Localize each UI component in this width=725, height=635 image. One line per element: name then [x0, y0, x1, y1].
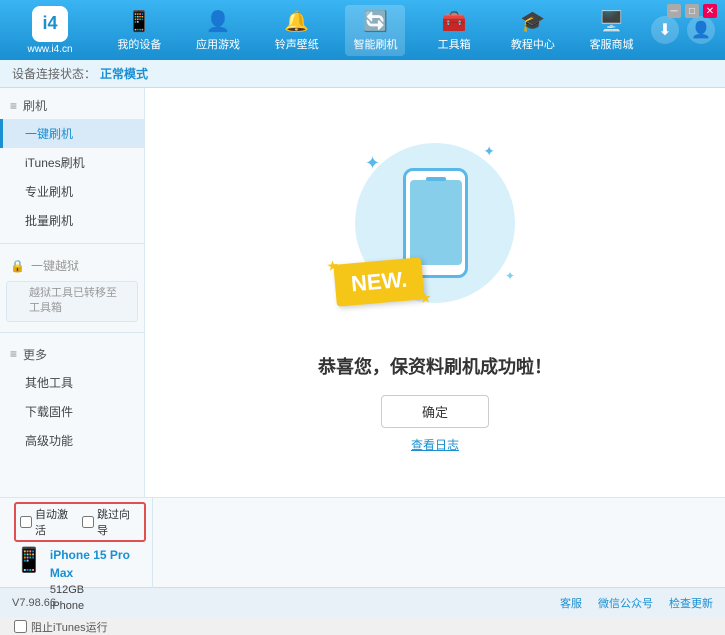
more-section-icon: ≡: [10, 347, 17, 361]
sidebar: ≡ 刷机 一键刷机 iTunes刷机 专业刷机 批量刷机 🔒 一键越狱 越狱: [0, 88, 145, 497]
sidebar-more-section: ≡ 更多 其他工具 下载固件 高级功能: [0, 337, 144, 459]
nav-toolbox[interactable]: 🧰 工具箱: [424, 5, 484, 56]
device-storage: 512GB: [50, 582, 146, 599]
phone-screen: [410, 180, 462, 265]
nav-ringtones[interactable]: 🔔 铃声壁纸: [267, 5, 327, 56]
auto-options: 自动激活 跳过向导: [14, 502, 146, 542]
nav-my-device[interactable]: 📱 我的设备: [109, 5, 169, 56]
auto-activate-checkbox[interactable]: [20, 516, 32, 528]
version-label: V7.98.66: [12, 597, 56, 609]
account-button[interactable]: 👤: [687, 16, 715, 44]
maximize-button[interactable]: □: [685, 4, 699, 18]
footer-feedback[interactable]: 客服: [560, 595, 582, 611]
status-bar: 设备连接状态： 正常模式: [0, 60, 725, 88]
auto-activate-item: 自动激活: [20, 506, 78, 538]
sparkle-2: ✦: [483, 143, 495, 160]
sidebar-jailbreak-section: 🔒 一键越狱 越狱工具已转移至工具箱: [0, 248, 144, 328]
guide-skip-label: 跳过向导: [97, 506, 140, 538]
log-link[interactable]: 查看日志: [411, 436, 459, 453]
footer-left: V7.98.66: [12, 597, 56, 609]
sidebar-item-batch-flash[interactable]: 批量刷机: [0, 206, 144, 235]
itunes-check: 阻止iTunes运行: [14, 619, 146, 635]
nav-smart-flash[interactable]: 🔄 智能刷机: [345, 5, 405, 56]
minimize-button[interactable]: ─: [667, 4, 681, 18]
device-section: 自动激活 跳过向导 📱 iPhone 15 Pro Max 512GB iPho…: [8, 498, 153, 588]
tutorial-icon: 🎓: [520, 9, 545, 34]
sidebar-item-other-tools[interactable]: 其他工具: [0, 368, 144, 397]
footer-right: 客服 微信公众号 检查更新: [560, 595, 713, 611]
smart-flash-label: 智能刷机: [353, 36, 397, 52]
sidebar-item-onekey-flash[interactable]: 一键刷机: [0, 119, 144, 148]
sidebar-flash-section: ≡ 刷机 一键刷机 iTunes刷机 专业刷机 批量刷机: [0, 88, 144, 239]
sidebar-jailbreak-header: 🔒 一键越狱: [0, 252, 144, 279]
sidebar-item-download-firmware[interactable]: 下载固件: [0, 397, 144, 426]
sparkle-3: ✦: [505, 269, 515, 283]
device-name: iPhone 15 Pro Max: [50, 546, 146, 582]
logo-text: www.i4.cn: [27, 44, 72, 55]
itunes-checkbox[interactable]: [14, 620, 27, 633]
service-label: 客服商城: [590, 36, 634, 52]
apps-games-icon: 👤: [206, 9, 231, 34]
nav-service[interactable]: 🖥️ 客服商城: [582, 5, 642, 56]
sidebar-item-advanced[interactable]: 高级功能: [0, 426, 144, 455]
success-illustration: ✦ ✦ ✦ NEW.: [335, 133, 535, 333]
nav-items: 📱 我的设备 👤 应用游戏 🔔 铃声壁纸 🔄 智能刷机 🧰 工具箱 🎓 教程中心…: [100, 5, 651, 56]
main-layout: ≡ 刷机 一键刷机 iTunes刷机 专业刷机 批量刷机 🔒 一键越狱 越狱: [0, 88, 725, 497]
my-device-icon: 📱: [127, 9, 152, 34]
auto-activate-label: 自动激活: [35, 506, 78, 538]
sidebar-divider-1: [0, 243, 144, 244]
header-right: ⬇ 👤: [651, 16, 715, 44]
sidebar-more-header: ≡ 更多: [0, 341, 144, 368]
device-type: iPhone: [50, 598, 146, 615]
close-button[interactable]: ✕: [703, 4, 717, 18]
jailbreak-note: 越狱工具已转移至工具箱: [6, 281, 138, 322]
guide-skip-item: 跳过向导: [82, 506, 140, 538]
confirm-button[interactable]: 确定: [381, 395, 489, 428]
sidebar-divider-2: [0, 332, 144, 333]
device-icon: 📱: [14, 546, 44, 575]
flash-section-icon: ≡: [10, 99, 17, 113]
sidebar-item-pro-flash[interactable]: 专业刷机: [0, 177, 144, 206]
sidebar-item-itunes-flash[interactable]: iTunes刷机: [0, 148, 144, 177]
main-content-wrapper: ✦ ✦ ✦ NEW. 恭喜您，保资料刷机成功啦！ 确定 查看日志: [145, 88, 725, 497]
ringtones-icon: 🔔: [284, 9, 309, 34]
itunes-label: 阻止iTunes运行: [31, 619, 108, 635]
bottom-area: 自动激活 跳过向导 📱 iPhone 15 Pro Max 512GB iPho…: [0, 497, 725, 587]
status-prefix: 设备连接状态：: [12, 65, 96, 82]
sparkle-1: ✦: [365, 153, 380, 174]
phone-notch: [426, 177, 446, 181]
new-badge: NEW.: [333, 257, 425, 307]
success-message: 恭喜您，保资料刷机成功啦！: [318, 353, 552, 379]
guide-skip-checkbox[interactable]: [82, 516, 94, 528]
smart-flash-icon: 🔄: [363, 9, 388, 34]
header: i4 www.i4.cn 📱 我的设备 👤 应用游戏 🔔 铃声壁纸 🔄 智能刷机…: [0, 0, 725, 60]
download-button[interactable]: ⬇: [651, 16, 679, 44]
logo-icon: i4: [32, 6, 68, 42]
tutorial-label: 教程中心: [511, 36, 555, 52]
my-device-label: 我的设备: [117, 36, 161, 52]
footer-wechat[interactable]: 微信公众号: [598, 595, 653, 611]
nav-tutorial[interactable]: 🎓 教程中心: [503, 5, 563, 56]
service-icon: 🖥️: [599, 9, 624, 34]
apps-games-label: 应用游戏: [196, 36, 240, 52]
toolbox-label: 工具箱: [438, 36, 471, 52]
device-details: iPhone 15 Pro Max 512GB iPhone: [50, 546, 146, 615]
status-mode: 正常模式: [100, 65, 148, 82]
main-content: ✦ ✦ ✦ NEW. 恭喜您，保资料刷机成功啦！ 确定 查看日志: [145, 88, 725, 497]
lock-icon: 🔒: [10, 259, 25, 273]
toolbox-icon: 🧰: [442, 9, 467, 34]
logo-area: i4 www.i4.cn: [10, 6, 90, 55]
footer-check-update[interactable]: 检查更新: [669, 595, 713, 611]
nav-apps-games[interactable]: 👤 应用游戏: [188, 5, 248, 56]
ringtones-label: 铃声壁纸: [275, 36, 319, 52]
sidebar-flash-header: ≡ 刷机: [0, 92, 144, 119]
